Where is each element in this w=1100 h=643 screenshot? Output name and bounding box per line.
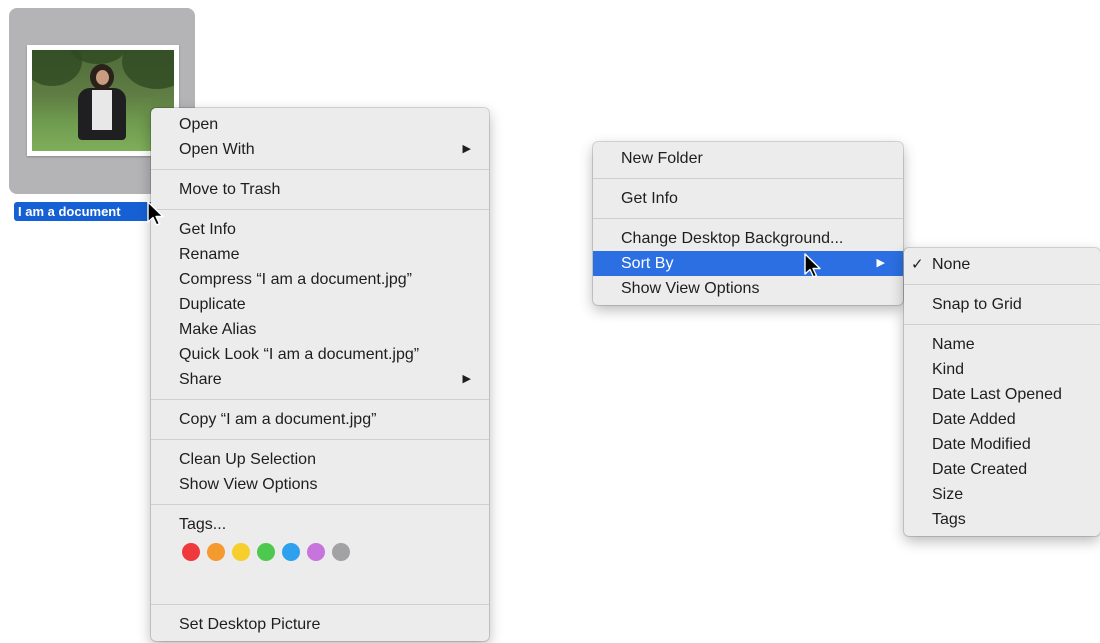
mouse-cursor-icon (147, 201, 164, 226)
menu-item-sort-tags[interactable]: Tags (904, 507, 1100, 532)
menu-item-snap-to-grid[interactable]: Snap to Grid (904, 292, 1100, 317)
menu-item-clean-up-selection[interactable]: Clean Up Selection (151, 447, 489, 472)
menu-item-get-info[interactable]: Get Info (593, 186, 903, 211)
menu-item-tags[interactable]: Tags... (151, 512, 489, 537)
menu-item-quick-look[interactable]: Quick Look “I am a document.jpg” (151, 342, 489, 367)
menu-separator (151, 399, 489, 400)
menu-item-sort-size[interactable]: Size (904, 482, 1100, 507)
menu-item-open[interactable]: Open (151, 112, 489, 137)
menu-separator (151, 169, 489, 170)
menu-item-sort-date-created[interactable]: Date Created (904, 457, 1100, 482)
menu-item-share[interactable]: Share ▶ (151, 367, 489, 392)
file-name-label[interactable]: I am a document (14, 202, 153, 221)
menu-item-set-desktop-picture[interactable]: Set Desktop Picture (151, 612, 489, 637)
menu-item-get-info[interactable]: Get Info (151, 217, 489, 242)
menu-item-sort-date-added[interactable]: Date Added (904, 407, 1100, 432)
menu-separator (593, 178, 903, 179)
menu-item-sort-date-modified[interactable]: Date Modified (904, 432, 1100, 457)
desktop-context-menu: New Folder Get Info Change Desktop Backg… (593, 142, 903, 305)
checkmark-icon: ✓ (911, 256, 924, 273)
menu-item-change-desktop-background[interactable]: Change Desktop Background... (593, 226, 903, 251)
menu-item-sort-date-last-opened[interactable]: Date Last Opened (904, 382, 1100, 407)
tag-green-dot[interactable] (257, 543, 275, 561)
tag-gray-dot[interactable] (332, 543, 350, 561)
tag-orange-dot[interactable] (207, 543, 225, 561)
menu-separator (904, 284, 1100, 285)
menu-separator (151, 604, 489, 605)
tag-color-row (151, 537, 489, 573)
tag-yellow-dot[interactable] (232, 543, 250, 561)
menu-item-new-folder[interactable]: New Folder (593, 146, 903, 171)
submenu-arrow-icon: ▶ (876, 257, 885, 269)
menu-item-duplicate[interactable]: Duplicate (151, 292, 489, 317)
mouse-cursor-icon (804, 253, 821, 278)
tag-blue-dot[interactable] (282, 543, 300, 561)
file-context-menu: Open Open With ▶ Move to Trash Get Info R… (151, 108, 489, 641)
menu-separator (593, 218, 903, 219)
menu-item-make-alias[interactable]: Make Alias (151, 317, 489, 342)
menu-item-compress[interactable]: Compress “I am a document.jpg” (151, 267, 489, 292)
menu-separator (151, 439, 489, 440)
tag-red-dot[interactable] (182, 543, 200, 561)
menu-item-move-to-trash[interactable]: Move to Trash (151, 177, 489, 202)
menu-separator (904, 324, 1100, 325)
submenu-arrow-icon: ▶ (462, 373, 471, 385)
menu-item-sort-by[interactable]: Sort By ▶ (593, 251, 903, 276)
menu-item-open-with[interactable]: Open With ▶ (151, 137, 489, 162)
menu-item-show-view-options[interactable]: Show View Options (151, 472, 489, 497)
submenu-arrow-icon: ▶ (462, 143, 471, 155)
menu-item-show-view-options[interactable]: Show View Options (593, 276, 903, 301)
menu-item-sort-name[interactable]: Name (904, 332, 1100, 357)
menu-separator (151, 209, 489, 210)
menu-item-rename[interactable]: Rename (151, 242, 489, 267)
sort-by-submenu: ✓ None Snap to Grid Name Kind Date Last O… (904, 248, 1100, 536)
menu-item-sort-kind[interactable]: Kind (904, 357, 1100, 382)
menu-item-copy[interactable]: Copy “I am a document.jpg” (151, 407, 489, 432)
menu-spacer (151, 573, 489, 597)
menu-item-sort-none[interactable]: ✓ None (904, 252, 1100, 277)
tag-purple-dot[interactable] (307, 543, 325, 561)
menu-separator (151, 504, 489, 505)
